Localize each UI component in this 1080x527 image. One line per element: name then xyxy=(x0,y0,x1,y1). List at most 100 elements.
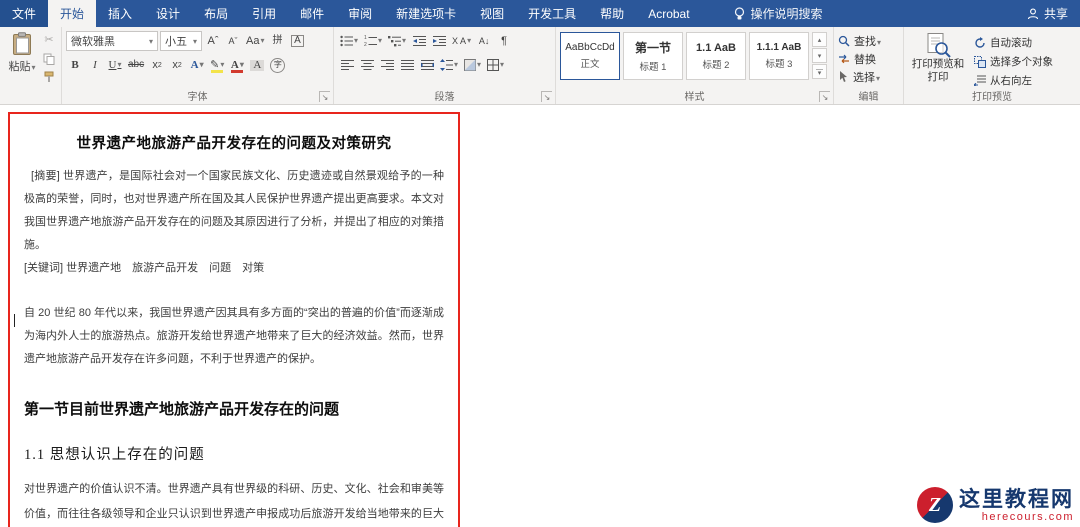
paragraph-dialog-launcher[interactable]: ↘ xyxy=(541,91,552,102)
cut-button[interactable]: ✂ xyxy=(40,33,58,48)
lightbulb-icon xyxy=(734,7,745,21)
phonetic-guide-button[interactable]: 拼 xyxy=(268,31,286,51)
superscript-button[interactable]: x2 xyxy=(168,55,186,75)
font-color-bar xyxy=(231,70,243,73)
font-color-button[interactable]: A xyxy=(228,55,246,75)
style-heading3[interactable]: 1.1.1 AaB 标题 3 xyxy=(749,32,809,80)
tab-developer[interactable]: 开发工具 xyxy=(516,0,588,27)
autoscroll-button[interactable]: 自动滚动 xyxy=(974,35,1053,51)
tell-me-search[interactable]: 操作说明搜索 xyxy=(720,0,837,27)
select-cursor-icon xyxy=(838,71,849,83)
style-normal[interactable]: AaBbCcDd 正文 xyxy=(560,32,620,80)
multilevel-list-button[interactable] xyxy=(386,31,408,51)
document-page[interactable]: 世界遗产地旅游产品开发存在的问题及对策研究 [摘要] 世界遗产，是国际社会对一个… xyxy=(8,112,460,527)
replace-icon xyxy=(838,53,850,65)
increase-indent-button[interactable] xyxy=(430,31,448,51)
paste-button[interactable]: 粘贴 xyxy=(4,30,40,88)
tab-review[interactable]: 审阅 xyxy=(336,0,384,27)
document-title: 世界遗产地旅游产品开发存在的问题及对策研究 xyxy=(24,132,444,153)
borders-button[interactable] xyxy=(485,55,506,75)
select-objects-button[interactable]: 选择多个对象 xyxy=(974,54,1053,70)
paste-label: 粘贴 xyxy=(8,58,35,74)
show-marks-button[interactable]: ¶ xyxy=(495,31,513,51)
tab-help[interactable]: 帮助 xyxy=(588,0,636,27)
text-cursor xyxy=(14,314,15,327)
align-center-button[interactable] xyxy=(358,55,376,75)
styles-scroll-down-button[interactable]: ▾ xyxy=(812,48,827,63)
tab-view[interactable]: 视图 xyxy=(468,0,516,27)
keywords-line: [关键词] 世界遗产地 旅游产品开发 问题 对策 xyxy=(24,257,444,280)
format-painter-icon xyxy=(43,71,55,83)
enclose-characters-button[interactable]: 字 xyxy=(268,55,287,75)
tab-insert[interactable]: 插入 xyxy=(96,0,144,27)
share-button[interactable]: 共享 xyxy=(1015,0,1080,27)
tab-home[interactable]: 开始 xyxy=(48,0,96,27)
copy-button[interactable] xyxy=(40,51,58,66)
titlebar-spacer xyxy=(837,0,1015,27)
font-size-select[interactable]: 小五 xyxy=(160,31,202,51)
align-right-button[interactable] xyxy=(378,55,396,75)
print-preview-group-label: 打印预览 xyxy=(904,88,1080,103)
align-left-button[interactable] xyxy=(338,55,356,75)
sort-button[interactable]: A↓ xyxy=(475,31,493,51)
right-to-left-label: 从右向左 xyxy=(990,73,1032,88)
grow-font-button[interactable]: Aˆ xyxy=(204,31,222,51)
character-border-button[interactable]: A xyxy=(288,31,306,51)
justify-button[interactable] xyxy=(398,55,416,75)
replace-label: 替换 xyxy=(854,51,876,67)
shading-icon xyxy=(464,59,476,71)
character-shading-button[interactable]: A xyxy=(248,55,266,75)
asian-layout-button[interactable]: X A xyxy=(450,31,473,51)
replace-button[interactable]: 替换 xyxy=(838,50,900,68)
subscript-button[interactable]: x2 xyxy=(148,55,166,75)
styles-dialog-launcher[interactable]: ↘ xyxy=(819,91,830,102)
tab-references[interactable]: 引用 xyxy=(240,0,288,27)
style-heading3-name: 标题 3 xyxy=(766,56,793,70)
tab-design[interactable]: 设计 xyxy=(144,0,192,27)
select-button[interactable]: 选择 xyxy=(838,68,900,86)
style-heading2[interactable]: 1.1 AaB 标题 2 xyxy=(686,32,746,80)
underline-button[interactable]: U xyxy=(106,55,124,75)
right-to-left-button[interactable]: 从右向左 xyxy=(974,72,1053,88)
find-button[interactable]: 查找 xyxy=(838,32,900,50)
bullets-button[interactable] xyxy=(338,31,360,51)
strikethrough-button[interactable]: abc xyxy=(126,55,146,75)
style-heading2-preview: 1.1 AaB xyxy=(696,42,736,54)
bold-button[interactable]: B xyxy=(66,55,84,75)
font-name-select[interactable]: 微软雅黑 xyxy=(66,31,158,51)
tab-acrobat[interactable]: Acrobat xyxy=(636,0,701,27)
document-canvas: 世界遗产地旅游产品开发存在的问题及对策研究 [摘要] 世界遗产，是国际社会对一个… xyxy=(0,105,1080,527)
tab-new-tab[interactable]: 新建选项卡 xyxy=(384,0,468,27)
change-case-button[interactable]: Aa xyxy=(244,31,266,51)
style-heading1[interactable]: 第一节 标题 1 xyxy=(623,32,683,80)
italic-button[interactable]: I xyxy=(86,55,104,75)
styles-more-button[interactable]: —▾ xyxy=(812,64,827,79)
svg-text:2: 2 xyxy=(364,42,367,47)
styles-group: AaBbCcDd 正文 第一节 标题 1 1.1 AaB 标题 2 1.1.1 … xyxy=(556,27,834,104)
font-size-value: 小五 xyxy=(165,33,187,49)
format-painter-button[interactable] xyxy=(40,69,58,84)
style-heading1-name: 标题 1 xyxy=(640,59,667,73)
print-preview-button[interactable]: 打印预览和打印 xyxy=(908,30,968,88)
styles-scroll-up-button[interactable]: ▴ xyxy=(812,32,827,47)
clipboard-group: 粘贴 ✂ xyxy=(0,27,62,104)
tab-layout[interactable]: 布局 xyxy=(192,0,240,27)
text-effects-button[interactable]: A xyxy=(188,55,206,75)
decrease-indent-button[interactable] xyxy=(410,31,428,51)
distribute-button[interactable] xyxy=(418,55,436,75)
shading-button[interactable] xyxy=(462,55,483,75)
site-url: herecours.com xyxy=(982,511,1074,523)
shrink-font-button[interactable]: Aˇ xyxy=(224,31,242,51)
font-group-label: 字体 xyxy=(62,88,333,103)
tab-mailings[interactable]: 邮件 xyxy=(288,0,336,27)
ribbon-tab-bar: 文件 开始 插入 设计 布局 引用 邮件 审阅 新建选项卡 视图 开发工具 帮助… xyxy=(0,0,1080,27)
numbering-button[interactable]: 12 xyxy=(362,31,384,51)
highlight-color-button[interactable]: ✎ xyxy=(208,55,226,75)
section-heading-1: 第一节目前世界遗产地旅游产品开发存在的问题 xyxy=(24,398,444,419)
line-spacing-button[interactable] xyxy=(438,55,460,75)
tab-file[interactable]: 文件 xyxy=(0,0,48,27)
right-to-left-icon xyxy=(974,74,986,86)
font-group: 微软雅黑 小五 Aˆ Aˇ Aa 拼 A B I U abc x2 x2 A ✎… xyxy=(62,27,334,104)
select-objects-label: 选择多个对象 xyxy=(990,54,1053,69)
font-dialog-launcher[interactable]: ↘ xyxy=(319,91,330,102)
